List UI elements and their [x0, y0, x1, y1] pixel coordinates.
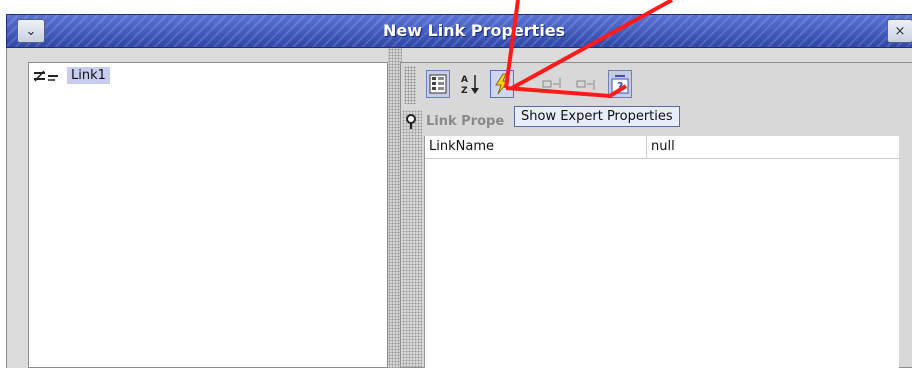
categorized-view-button[interactable] — [426, 70, 450, 98]
move-up-icon — [542, 78, 561, 88]
move-up-button[interactable] — [540, 70, 564, 98]
tree-item-label: Link1 — [67, 67, 110, 84]
pin-icon[interactable] — [404, 114, 418, 130]
expert-properties-icon — [495, 73, 510, 95]
svg-text:Z: Z — [461, 86, 468, 95]
sort-alphabetical-icon: A Z — [461, 75, 479, 95]
section-grip — [402, 110, 422, 368]
tree-item-link1[interactable]: Link1 — [33, 67, 110, 84]
help-icon: ? — [611, 75, 629, 94]
move-down-button[interactable] — [574, 70, 598, 98]
close-icon: × — [894, 23, 906, 39]
property-value-cell[interactable]: null — [647, 136, 899, 158]
property-table: LinkName null — [424, 136, 899, 368]
show-expert-properties-button[interactable] — [490, 70, 514, 98]
title-bar[interactable]: ⌄ New Link Properties × — [6, 14, 912, 48]
chevron-down-icon: ⌄ — [25, 23, 37, 39]
window-title: New Link Properties — [383, 21, 566, 40]
close-button[interactable]: × — [887, 19, 912, 43]
svg-text:?: ? — [617, 80, 623, 93]
categorized-view-icon — [429, 74, 447, 94]
table-row[interactable]: LinkName null — [425, 136, 899, 159]
window-menu-button[interactable]: ⌄ — [17, 19, 45, 43]
property-name-cell: LinkName — [425, 136, 647, 158]
move-down-icon — [576, 80, 595, 90]
help-button[interactable]: ? — [608, 70, 632, 98]
sort-alphabetical-button[interactable]: A Z — [458, 70, 482, 98]
tree-panel: Link1 — [28, 62, 388, 368]
svg-text:A: A — [461, 75, 468, 85]
tooltip: Show Expert Properties — [514, 106, 680, 127]
link-icon — [34, 69, 58, 82]
toolbar-grip[interactable] — [404, 66, 416, 104]
section-title: Link Prope — [426, 114, 505, 129]
